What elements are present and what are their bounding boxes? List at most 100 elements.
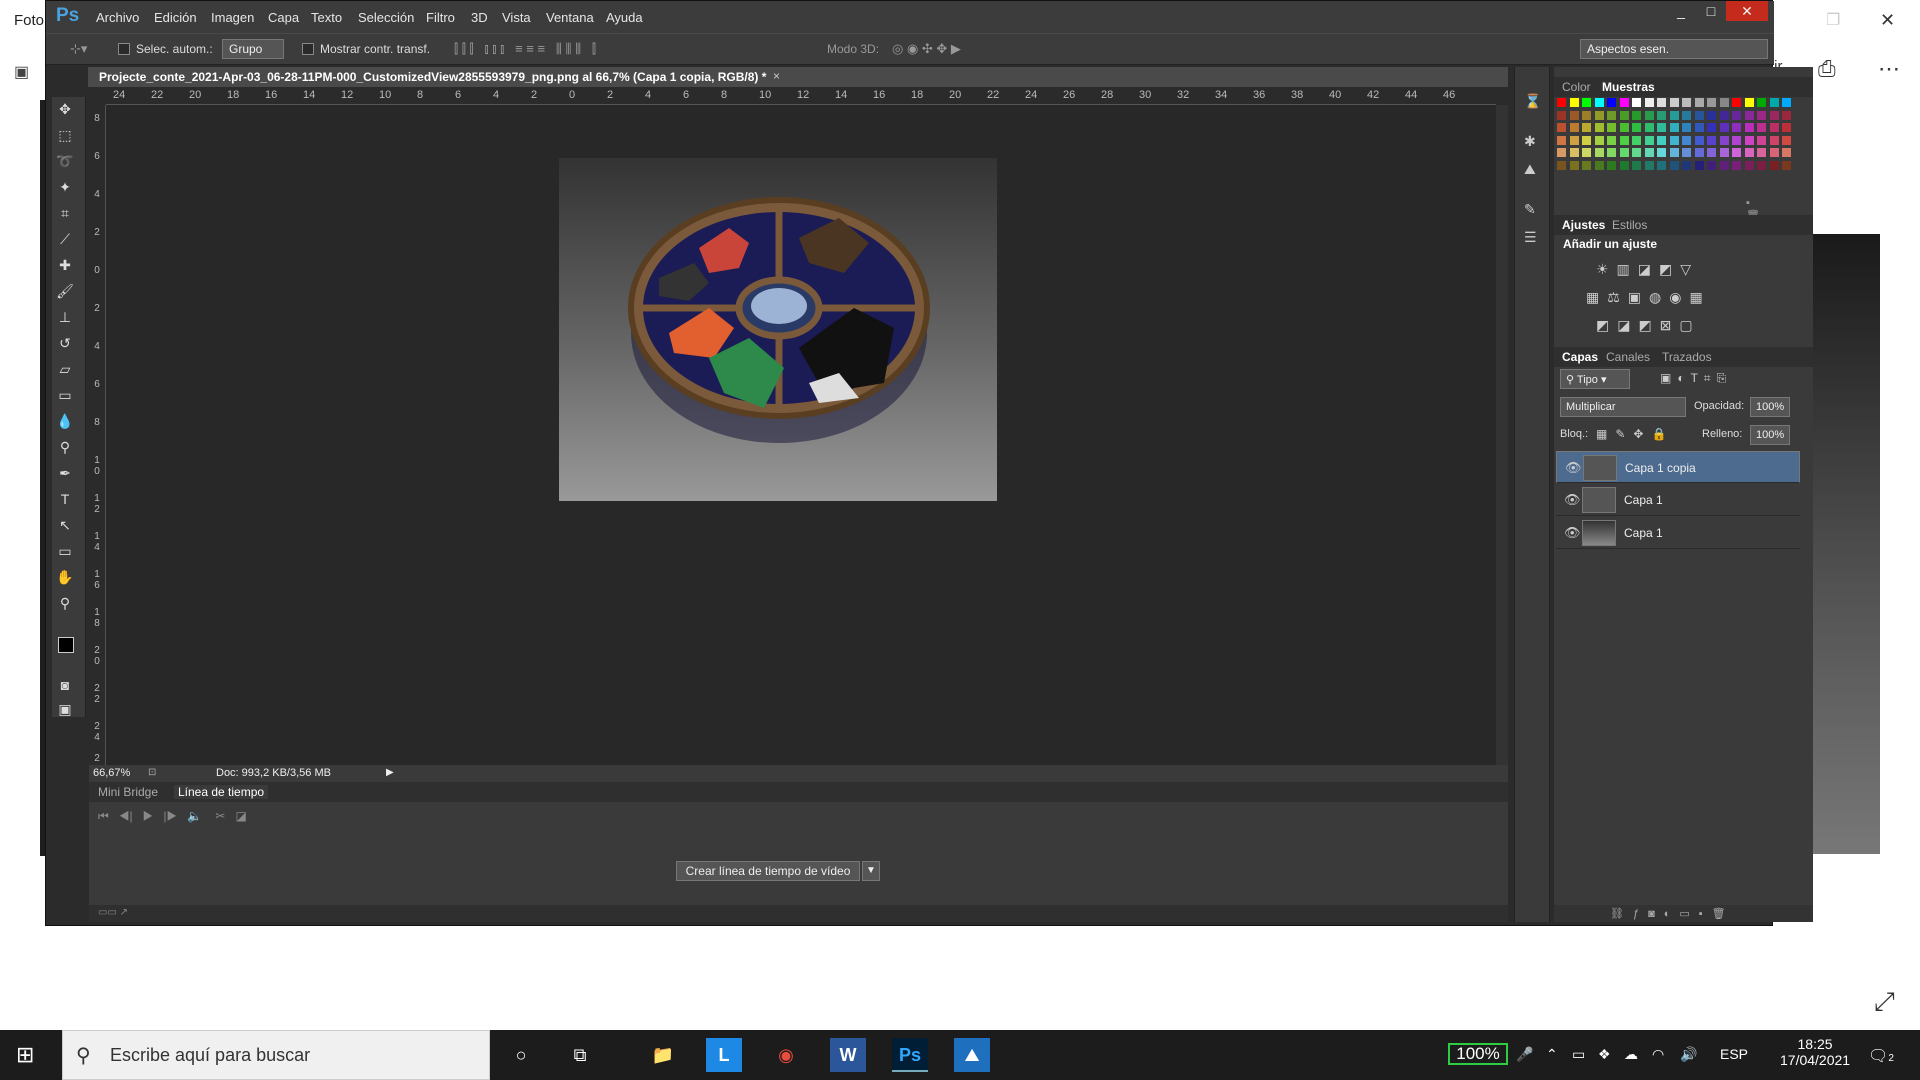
color-swatch[interactable] bbox=[1781, 122, 1792, 133]
tab-styles[interactable]: Estilos bbox=[1612, 218, 1647, 232]
color-swatch[interactable] bbox=[1681, 97, 1692, 108]
lock-icons[interactable]: ▦✎✥🔒 bbox=[1596, 427, 1674, 441]
color-swatch[interactable] bbox=[1731, 159, 1742, 171]
layer-row[interactable]: 👁 Capa 1 copia bbox=[1556, 451, 1800, 483]
stamp-icon[interactable]: ⊥ bbox=[54, 309, 76, 331]
color-swatch[interactable] bbox=[1706, 97, 1717, 108]
color-swatch[interactable] bbox=[1681, 122, 1692, 133]
menu-seleccion[interactable]: Selección bbox=[358, 10, 414, 25]
color-swatch[interactable] bbox=[1656, 147, 1667, 158]
layer-actions-icons[interactable]: ⛓ƒ◙◐▭▪🗑 bbox=[1610, 907, 1735, 920]
menu-archivo[interactable]: Archivo bbox=[96, 10, 139, 25]
layer-row[interactable]: 👁 Capa 1 bbox=[1556, 484, 1800, 516]
color-swatch[interactable] bbox=[1693, 97, 1705, 108]
chrome-icon[interactable]: ◉ bbox=[768, 1038, 804, 1072]
color-swatch[interactable] bbox=[1643, 134, 1655, 146]
adjustment-icons-row-2[interactable]: ▦⚖▣◍◉▦ bbox=[1586, 289, 1711, 306]
color-swatch[interactable] bbox=[1581, 147, 1592, 158]
eyedropper-icon[interactable]: ⟋ bbox=[54, 231, 76, 253]
color-swatch[interactable] bbox=[1743, 122, 1755, 133]
adjustment-icons-row-3[interactable]: ◩◪◩⊠▢ bbox=[1596, 317, 1701, 334]
color-swatch[interactable] bbox=[1643, 147, 1655, 158]
tab-adjustments[interactable]: Ajustes bbox=[1562, 218, 1605, 232]
restore-button[interactable]: □ bbox=[1696, 1, 1726, 21]
color-swatch[interactable] bbox=[1693, 159, 1705, 171]
color-swatch[interactable] bbox=[1593, 147, 1605, 158]
color-swatch[interactable] bbox=[1556, 109, 1567, 121]
color-swatch[interactable] bbox=[1743, 109, 1755, 121]
color-swatch[interactable] bbox=[1668, 159, 1680, 171]
adjustment-icons-row-1[interactable]: ☀▥◪◩▽ bbox=[1596, 261, 1699, 278]
notifications-icon[interactable]: 🗨2 bbox=[1868, 1046, 1894, 1066]
color-swatch[interactable] bbox=[1756, 109, 1767, 121]
move-tool-icon[interactable]: ⊹▾ bbox=[70, 41, 87, 57]
color-swatch[interactable] bbox=[1581, 109, 1592, 121]
tab-paths[interactable]: Trazados bbox=[1662, 350, 1712, 364]
color-swatch[interactable] bbox=[1568, 159, 1580, 171]
color-swatch[interactable] bbox=[1768, 97, 1780, 108]
color-swatch[interactable] bbox=[1556, 122, 1567, 133]
clock[interactable]: 18:25 17/04/2021 bbox=[1780, 1036, 1850, 1068]
color-swatch[interactable] bbox=[1556, 147, 1567, 158]
timeline-footer-icons[interactable]: ▭▭ ↗ bbox=[98, 907, 128, 918]
hand-icon[interactable]: ✋ bbox=[54, 569, 76, 591]
magic-wand-icon[interactable]: ✦ bbox=[54, 179, 76, 201]
microphone-icon[interactable]: 🎤 bbox=[1516, 1046, 1533, 1063]
color-swatch[interactable] bbox=[1668, 134, 1680, 146]
marquee-icon[interactable]: ⬚ bbox=[54, 127, 76, 149]
color-swatch[interactable] bbox=[1593, 97, 1605, 108]
color-swatch[interactable] bbox=[1668, 97, 1680, 108]
color-swatch[interactable] bbox=[1718, 147, 1730, 158]
brush-icon[interactable]: 🖌 bbox=[54, 283, 76, 305]
color-swatch[interactable] bbox=[1581, 159, 1592, 171]
color-swatch[interactable] bbox=[1643, 122, 1655, 133]
color-swatch[interactable] bbox=[1756, 97, 1767, 108]
color-swatch[interactable] bbox=[1781, 159, 1792, 171]
layer-filter-icons[interactable]: ▣◐T⌗⎘ bbox=[1660, 371, 1732, 386]
battery-indicator[interactable]: 100% bbox=[1448, 1043, 1508, 1065]
autoselect-checkbox[interactable] bbox=[118, 43, 130, 55]
language-indicator[interactable]: ESP bbox=[1720, 1046, 1748, 1062]
close-icon[interactable]: ✕ bbox=[1880, 10, 1895, 31]
color-swatch[interactable] bbox=[1618, 134, 1630, 146]
menu-ayuda[interactable]: Ayuda bbox=[606, 10, 643, 25]
menu-imagen[interactable]: Imagen bbox=[211, 10, 254, 25]
color-swatch[interactable] bbox=[1693, 147, 1705, 158]
blend-mode-select[interactable]: Multiplicar bbox=[1560, 397, 1686, 417]
color-swatch[interactable] bbox=[1643, 109, 1655, 121]
create-video-timeline-button[interactable]: Crear línea de tiempo de vídeo bbox=[676, 861, 860, 881]
color-swatch[interactable] bbox=[1681, 159, 1692, 171]
document-image[interactable] bbox=[559, 158, 997, 501]
canvas-scrollbar[interactable] bbox=[1496, 105, 1508, 765]
color-swatch[interactable] bbox=[1656, 109, 1667, 121]
image-icon[interactable]: ▣ bbox=[14, 62, 36, 81]
pen-icon[interactable]: ✒ bbox=[54, 465, 76, 487]
swatches-grid[interactable] bbox=[1556, 97, 1794, 181]
onedrive-icon[interactable]: ☁ bbox=[1624, 1046, 1638, 1063]
windows-start-icon[interactable]: ⊞ bbox=[16, 1042, 34, 1068]
show-transform-checkbox[interactable] bbox=[302, 43, 314, 55]
info-icon[interactable]: ⊡ bbox=[148, 767, 156, 778]
color-swatch[interactable] bbox=[1743, 134, 1755, 146]
expand-icon[interactable]: ⤢ bbox=[1874, 986, 1895, 1018]
color-swatch[interactable] bbox=[1756, 134, 1767, 146]
color-swatch[interactable] bbox=[1631, 159, 1642, 171]
menu-3d[interactable]: 3D bbox=[471, 10, 488, 25]
menu-edicion[interactable]: Edición bbox=[154, 10, 197, 25]
layer-row[interactable]: 👁 Capa 1 bbox=[1556, 517, 1800, 549]
color-swatch[interactable] bbox=[1656, 97, 1667, 108]
type-icon[interactable]: T bbox=[54, 491, 76, 513]
color-swatch[interactable] bbox=[1556, 97, 1567, 108]
color-swatch[interactable] bbox=[1568, 109, 1580, 121]
color-swatch[interactable] bbox=[1756, 122, 1767, 133]
eye-icon[interactable]: 👁 bbox=[1565, 460, 1582, 476]
menu-vista[interactable]: Vista bbox=[502, 10, 531, 25]
color-swatch[interactable] bbox=[1693, 134, 1705, 146]
history-icon[interactable]: ⌛ bbox=[1524, 93, 1542, 111]
eye-icon[interactable]: 👁 bbox=[1564, 525, 1581, 541]
color-swatch[interactable] bbox=[1581, 122, 1592, 133]
tab-timeline[interactable]: Línea de tiempo bbox=[174, 785, 269, 799]
color-swatch[interactable] bbox=[1631, 147, 1642, 158]
color-swatch[interactable] bbox=[1593, 109, 1605, 121]
color-swatch[interactable] bbox=[1768, 109, 1780, 121]
